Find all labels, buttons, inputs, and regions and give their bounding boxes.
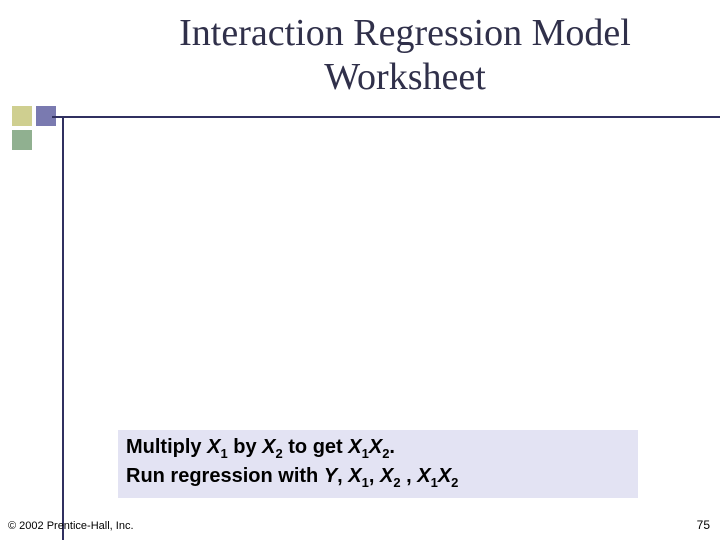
horizontal-rule: [52, 116, 720, 118]
text: by: [228, 436, 262, 458]
vertical-rule: [62, 118, 64, 540]
text: ,: [401, 465, 418, 487]
subscript: 1: [220, 446, 227, 461]
var-x: X: [262, 436, 275, 458]
page-number: 75: [697, 518, 710, 532]
subscript: 1: [431, 475, 438, 490]
var-x: X: [417, 465, 430, 487]
slide-title: Interaction Regression Model Worksheet: [110, 12, 700, 99]
subscript: 1: [362, 475, 369, 490]
subscript: 2: [393, 475, 400, 490]
text: .: [389, 436, 395, 458]
text: ,: [337, 465, 348, 487]
callout-line-1: Multiply X1 by X2 to get X1X2.: [126, 434, 630, 463]
subscript: 1: [362, 446, 369, 461]
var-x: X: [348, 465, 361, 487]
text: Run regression with: [126, 465, 324, 487]
subscript: 2: [275, 446, 282, 461]
copyright: © 2002 Prentice-Hall, Inc.: [8, 520, 134, 532]
square-decor: [12, 106, 32, 126]
text: ,: [369, 465, 380, 487]
var-x: X: [348, 436, 361, 458]
decorative-squares: [12, 106, 82, 154]
square-decor: [12, 130, 32, 150]
var-x: X: [380, 465, 393, 487]
subscript: 2: [451, 475, 458, 490]
text: Multiply: [126, 436, 207, 458]
var-x: X: [207, 436, 220, 458]
title-text: Interaction Regression Model Worksheet: [110, 12, 700, 99]
text: to get: [283, 436, 349, 458]
var-x: X: [438, 465, 451, 487]
callout-line-2: Run regression with Y, X1, X2 , X1X2: [126, 463, 630, 492]
instruction-callout: Multiply X1 by X2 to get X1X2. Run regre…: [118, 430, 638, 498]
var-x: X: [369, 436, 382, 458]
var-y: Y: [324, 465, 337, 487]
